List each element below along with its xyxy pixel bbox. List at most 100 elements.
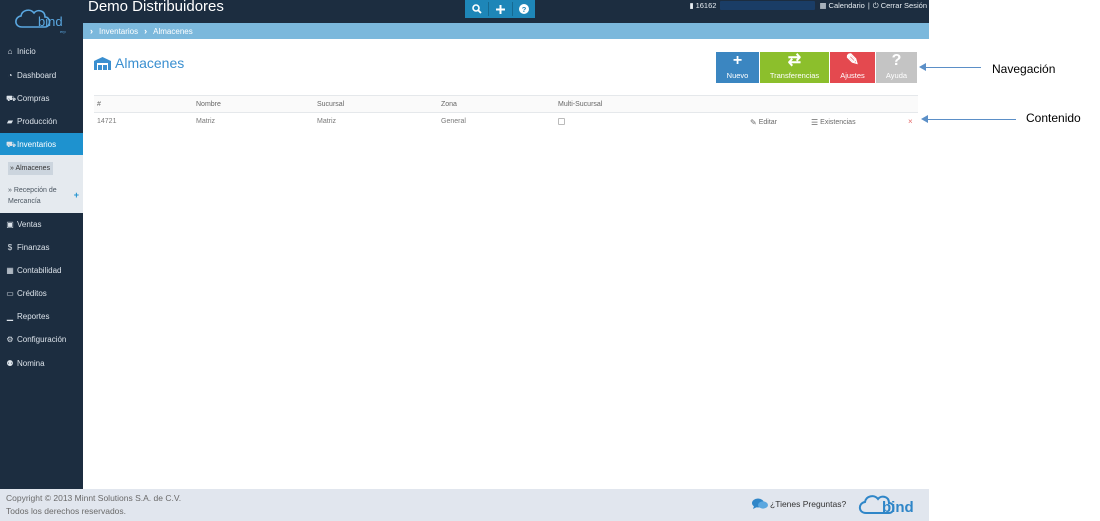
sidebar-item-label: Ventas <box>17 220 42 229</box>
user-account[interactable]: ▮ 16162 <box>689 1 716 10</box>
breadcrumb-inventarios[interactable]: Inventarios <box>99 27 138 36</box>
existencias-link[interactable]: ☰ Existencias <box>811 118 856 127</box>
sidebar: bind erp ⌂ Inicio ◔ Dashboard ⛟ Compras … <box>0 0 83 489</box>
edit-label: Editar <box>758 119 777 126</box>
top-header: Demo Distribuidores ? ▮ 16162 ▦ Calendar… <box>83 0 929 23</box>
calendar-link[interactable]: ▦ Calendario <box>819 1 864 10</box>
column-header-nombre[interactable]: Nombre <box>196 101 221 108</box>
annotation-navegacion: Navegación <box>992 62 1056 76</box>
plus-icon <box>495 4 505 14</box>
sidebar-item-label: Configuración <box>17 335 67 344</box>
page-title: Almacenes <box>94 55 184 71</box>
credit-card-icon: ▭ <box>6 289 14 298</box>
table-header: # Nombre Sucursal Zona Multi-Sucursal <box>94 95 918 113</box>
cell-id: 14721 <box>97 118 117 125</box>
edit-icon: ✎ <box>750 118 757 127</box>
transferencias-button[interactable]: ⇄ Transferencias <box>760 52 829 83</box>
ajustes-label: Ajustes <box>840 71 865 80</box>
sidebar-item-label: Contabilidad <box>17 266 62 275</box>
user-id: 16162 <box>695 1 717 10</box>
sidebar-item-nomina[interactable]: ⚉ Nomina <box>0 352 83 375</box>
shopping-bag-icon: ▣ <box>6 220 14 229</box>
user-id-icon: ▮ <box>689 1 694 10</box>
transferencias-label: Transferencias <box>769 71 820 80</box>
sidebar-item-produccion[interactable]: ▰ Producción <box>0 110 83 133</box>
cogs-icon: ⚙ <box>6 335 14 344</box>
cell-sucursal: Matriz <box>317 118 337 125</box>
sidebar-item-label: Finanzas <box>17 243 50 252</box>
existencias-label: Existencias <box>820 119 856 126</box>
sidebar-item-reportes[interactable]: ▁ Reportes <box>0 305 83 328</box>
column-header-multi-sucursal[interactable]: Multi-Sucursal <box>558 101 602 108</box>
question-icon: ? <box>519 4 529 14</box>
app-title: Demo Distribuidores <box>88 0 224 15</box>
sidebar-item-compras[interactable]: ⛟ Compras <box>0 87 83 110</box>
quick-actions: ? <box>465 0 535 18</box>
submenu-item-recepcion[interactable]: » Recepción de <box>8 185 57 196</box>
sidebar-item-finanzas[interactable]: $ Finanzas <box>0 236 83 259</box>
separator: | <box>867 1 870 10</box>
sidebar-item-contabilidad[interactable]: ▦ Contabilidad <box>0 259 83 282</box>
quick-add-button[interactable] <box>489 0 511 18</box>
annotation-arrow-line <box>927 119 1016 120</box>
calculator-icon: ▦ <box>6 266 14 275</box>
sidebar-item-ventas[interactable]: ▣ Ventas <box>0 213 83 236</box>
sidebar-item-dashboard[interactable]: ◔ Dashboard <box>0 64 83 87</box>
breadcrumb: › Inventarios › Almacenes <box>83 23 929 39</box>
search-button[interactable] <box>466 0 488 18</box>
ajustes-button[interactable]: ✎ Ajustes <box>830 52 875 83</box>
bind-footer-logo[interactable]: bind <box>856 491 926 521</box>
sidebar-item-creditos[interactable]: ▭ Créditos <box>0 282 83 305</box>
breadcrumb-almacenes: Almacenes <box>153 26 193 36</box>
help-button[interactable]: ? <box>513 0 535 18</box>
chat-icon <box>752 498 768 509</box>
svg-text:bind: bind <box>38 14 63 29</box>
sidebar-item-configuracion[interactable]: ⚙ Configuración <box>0 328 83 351</box>
dollar-icon: $ <box>7 243 13 252</box>
edit-link[interactable]: ✎ Editar <box>750 118 777 127</box>
sidebar-item-label: Compras <box>17 94 50 103</box>
submenu-item-recepcion-line2[interactable]: Mercancía <box>8 196 41 207</box>
wrench-icon: ✎ <box>845 52 860 69</box>
column-header-zona[interactable]: Zona <box>441 101 457 108</box>
logout-link[interactable]: ⏻ Cerrar Sesión <box>873 1 927 11</box>
question-icon: ? <box>891 52 902 69</box>
factory-icon: ▰ <box>6 117 14 126</box>
user-name-box[interactable] <box>720 1 816 10</box>
sidebar-item-label: Créditos <box>17 289 47 298</box>
table-row[interactable]: 14721 Matriz Matriz General ✎ Editar ☰ E… <box>94 113 918 131</box>
sidebar-item-label: Producción <box>17 117 58 126</box>
sidebar-item-label: Inventarios <box>17 140 57 149</box>
multi-sucursal-checkbox[interactable] <box>558 118 565 125</box>
sidebar-item-inventarios[interactable]: ⛟ Inventarios <box>0 133 83 156</box>
delete-icon[interactable]: × <box>908 117 913 126</box>
ayuda-button[interactable]: ? Ayuda <box>876 52 917 83</box>
sidebar-item-label: Dashboard <box>17 71 57 80</box>
annotation-contenido: Contenido <box>1026 111 1081 125</box>
home-icon: ⌂ <box>7 47 13 56</box>
logout-label: Cerrar Sesión <box>880 1 927 10</box>
calendar-label: Calendario <box>828 1 865 10</box>
bind-logo[interactable]: bind erp <box>0 0 83 40</box>
copyright-text: Copyright © 2013 Minnt Solutions S.A. de… <box>6 493 182 503</box>
faq-link[interactable]: ¿Tienes Preguntas? <box>752 498 846 510</box>
column-header-sucursal[interactable]: Sucursal <box>317 101 344 108</box>
page-title-text: Almacenes <box>115 55 185 71</box>
cell-nombre: Matriz <box>196 118 216 125</box>
nuevo-label: Nuevo <box>726 71 749 80</box>
list-icon: ☰ <box>811 118 819 127</box>
submenu-item-almacenes[interactable]: » Almacenes <box>8 162 54 175</box>
sidebar-item-label: Reportes <box>17 312 50 321</box>
sidebar-item-inicio[interactable]: ⌂ Inicio <box>0 40 83 63</box>
column-header-id[interactable]: # <box>97 101 101 108</box>
bar-chart-icon: ▁ <box>6 312 14 321</box>
nuevo-button[interactable]: + Nuevo <box>716 52 759 83</box>
cart-icon: ⛟ <box>6 93 17 103</box>
warehouse-icon: ⛟ <box>6 139 17 149</box>
ayuda-label: Ayuda <box>885 71 908 80</box>
expand-plus-icon[interactable]: + <box>74 190 79 200</box>
faq-label: ¿Tienes Preguntas? <box>770 499 847 509</box>
svg-text:bind: bind <box>882 499 914 516</box>
svg-text:?: ? <box>522 5 527 14</box>
exchange-icon: ⇄ <box>787 52 802 69</box>
